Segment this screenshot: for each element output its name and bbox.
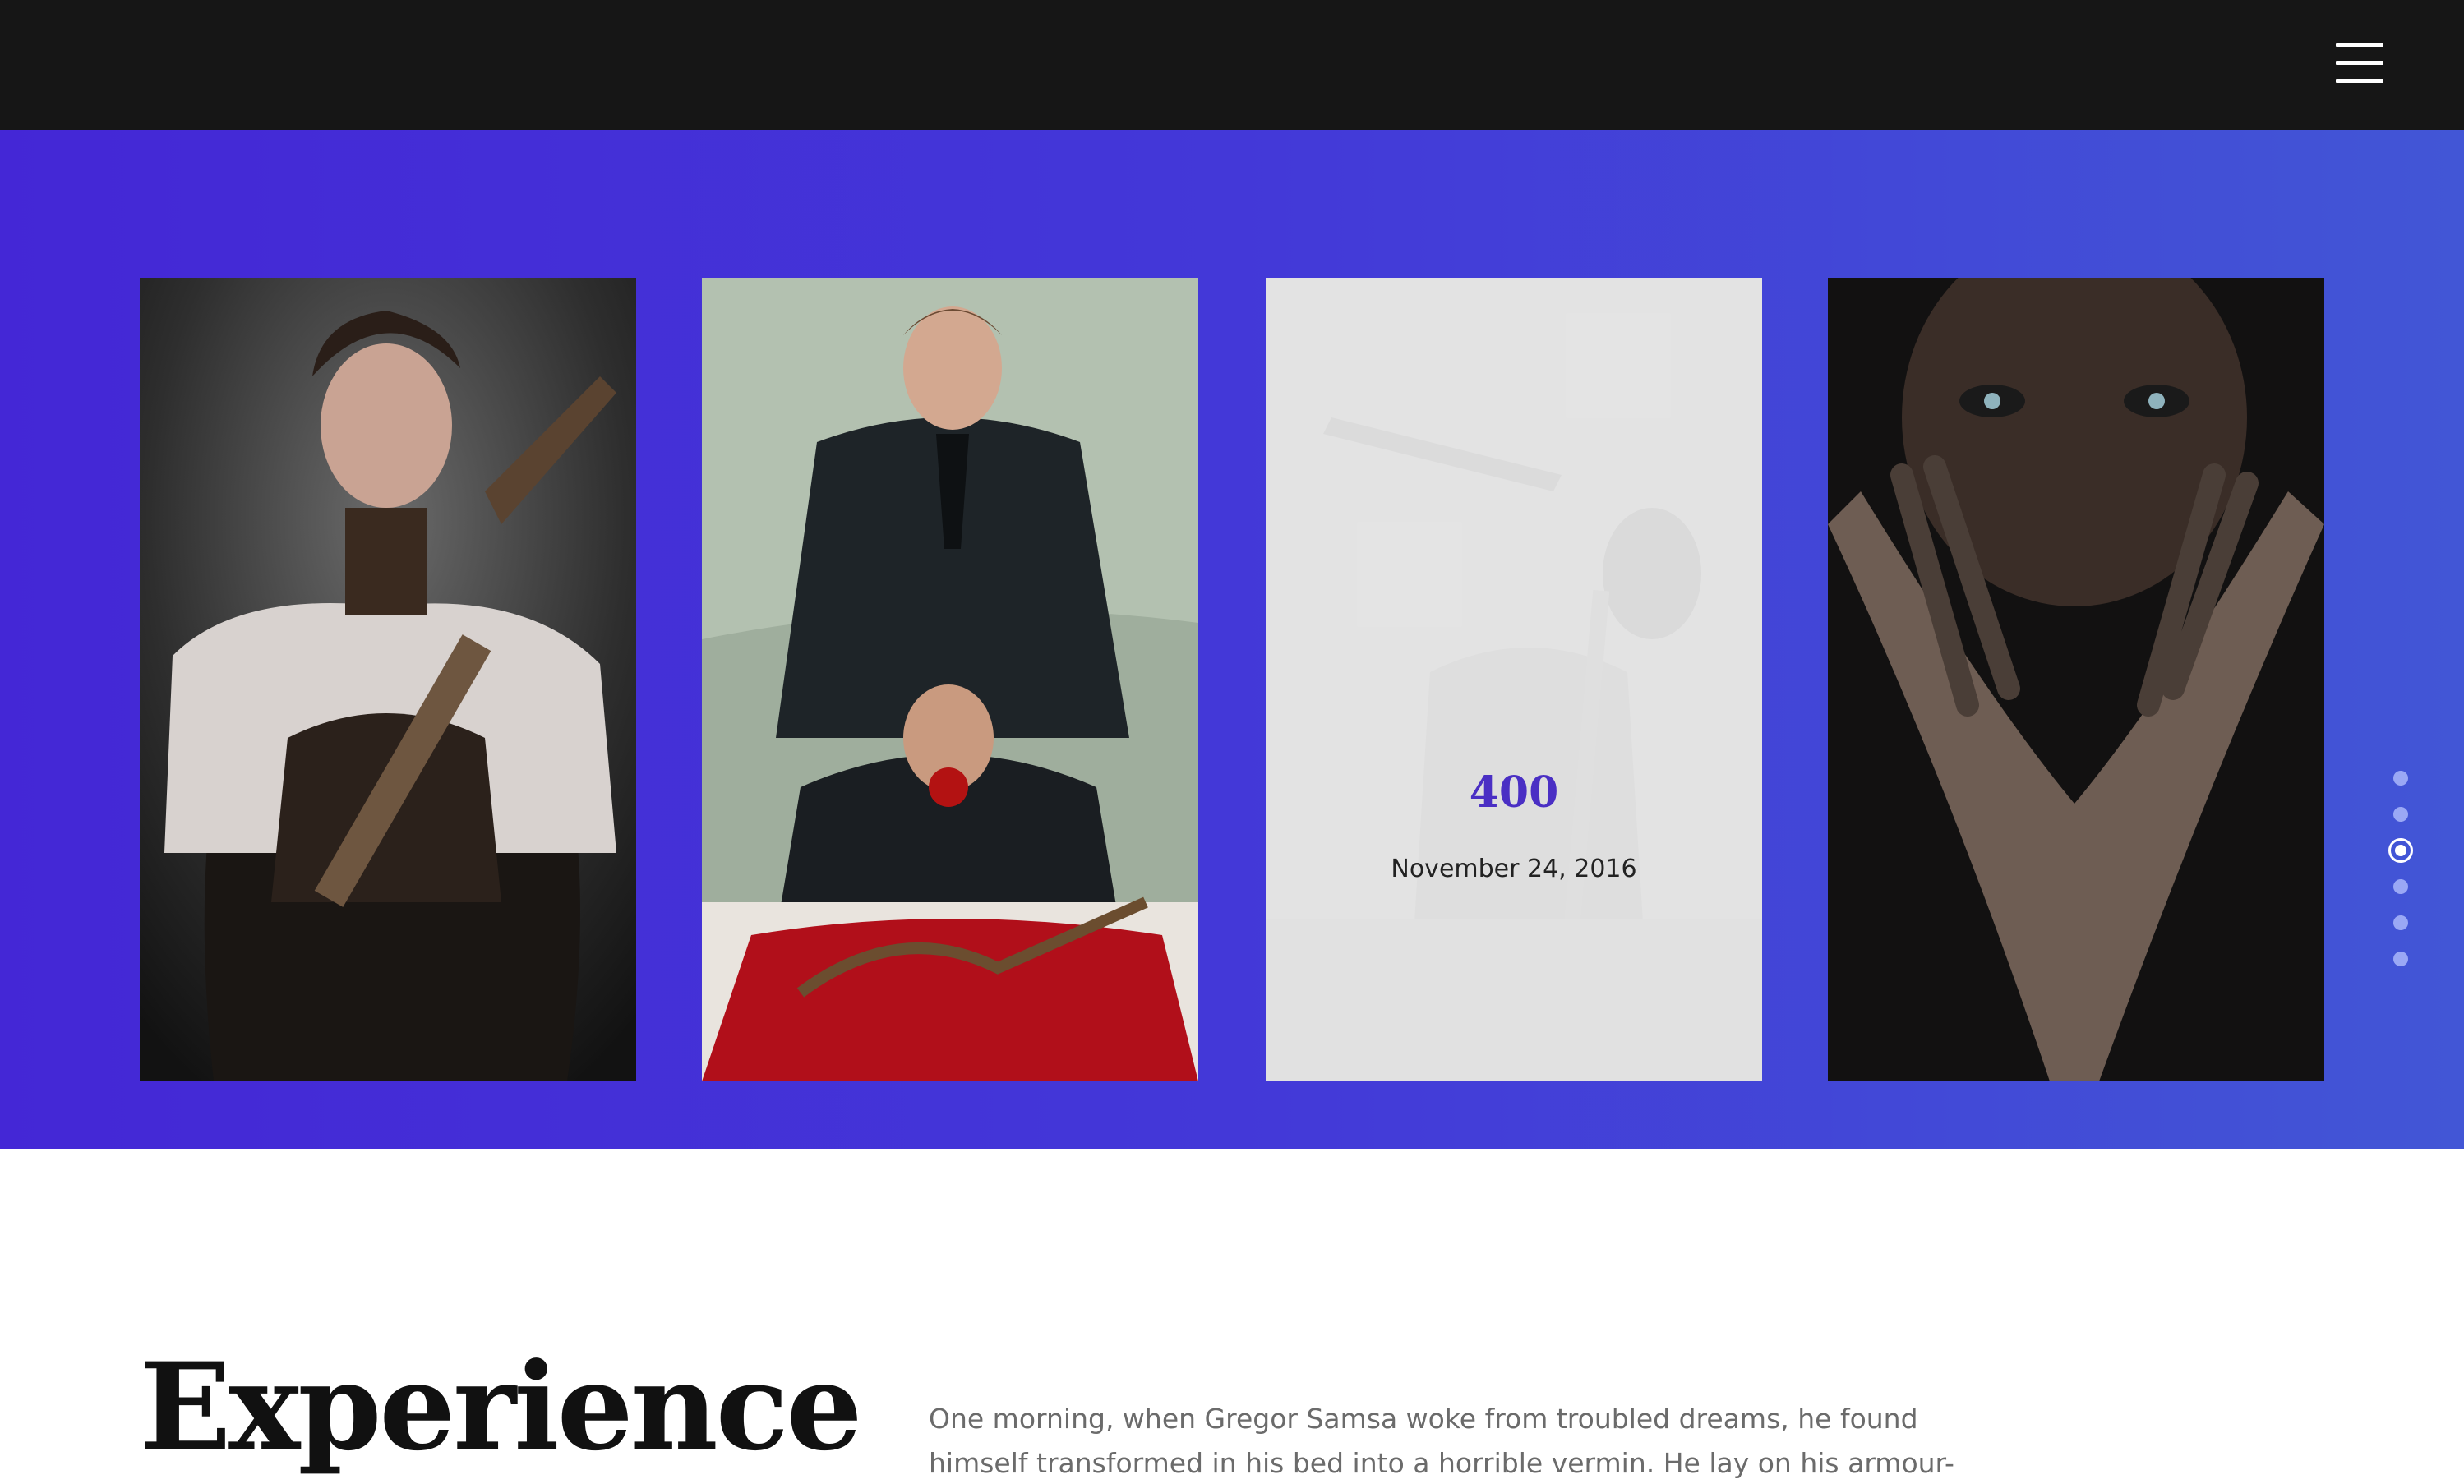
card-date: November 24, 2016 bbox=[1391, 855, 1637, 883]
card-hover-overlay bbox=[1266, 278, 1762, 1081]
menu-bar-line bbox=[2336, 79, 2383, 83]
pager-dot-1[interactable] bbox=[2393, 771, 2408, 786]
gallery-card-1[interactable] bbox=[140, 278, 636, 1081]
steampunk-woman-image bbox=[140, 278, 636, 1081]
gallery-band: 400 November 24, 2016 bbox=[0, 130, 2464, 1149]
pager-dot-6[interactable] bbox=[2393, 952, 2408, 966]
card-count: 400 bbox=[1469, 767, 1559, 818]
gallery-card-2[interactable] bbox=[702, 278, 1198, 1081]
section-title: Experience bbox=[140, 1337, 863, 1477]
hamburger-menu-icon[interactable] bbox=[2336, 43, 2383, 83]
top-header bbox=[0, 0, 2464, 130]
gallery-card-3[interactable]: 400 November 24, 2016 bbox=[1266, 278, 1762, 1081]
painted-face-woman-image bbox=[1828, 278, 2324, 1081]
pager-dot-5[interactable] bbox=[2393, 915, 2408, 930]
section-body-text: One morning, when Gregor Samsa woke from… bbox=[929, 1403, 1954, 1479]
menu-bar-line bbox=[2336, 43, 2383, 47]
gallery-pager bbox=[2387, 763, 2413, 976]
gallery-card-4[interactable] bbox=[1828, 278, 2324, 1081]
pager-dot-4[interactable] bbox=[2393, 879, 2408, 894]
menu-bar-line bbox=[2336, 61, 2383, 65]
two-men-in-suits-image bbox=[702, 278, 1198, 1081]
pager-dot-2[interactable] bbox=[2393, 807, 2408, 822]
pager-dot-3-active[interactable] bbox=[2388, 838, 2413, 863]
